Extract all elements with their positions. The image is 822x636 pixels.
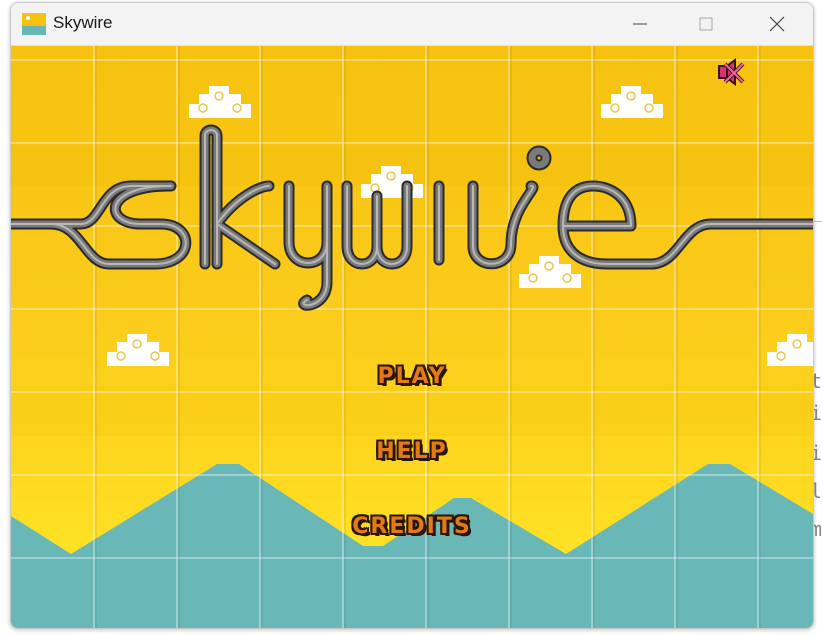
cloud (519, 256, 581, 288)
credits-button[interactable]: CREDITS (11, 514, 813, 539)
game-canvas[interactable]: PLAY HELP CREDITS (11, 46, 813, 628)
cloud (107, 334, 169, 366)
title-bar[interactable]: Skywire (11, 3, 813, 46)
minimize-icon (633, 23, 647, 25)
cloud (601, 86, 663, 118)
maximize-button[interactable] (683, 3, 729, 45)
cloud (767, 334, 813, 366)
minimize-button[interactable] (617, 3, 663, 45)
maximize-icon (699, 17, 713, 31)
play-button[interactable]: PLAY (11, 364, 813, 389)
app-icon (22, 13, 46, 35)
game-scene (11, 46, 813, 628)
help-button[interactable]: HELP (11, 439, 813, 464)
close-icon (769, 16, 785, 32)
app-window: Skywire PLAY HELP CREDITS (10, 2, 814, 629)
window-title: Skywire (53, 13, 113, 32)
cloud (189, 86, 251, 118)
mountain-range (11, 464, 813, 628)
speaker-muted-icon[interactable] (715, 58, 747, 86)
close-button[interactable] (754, 3, 800, 45)
